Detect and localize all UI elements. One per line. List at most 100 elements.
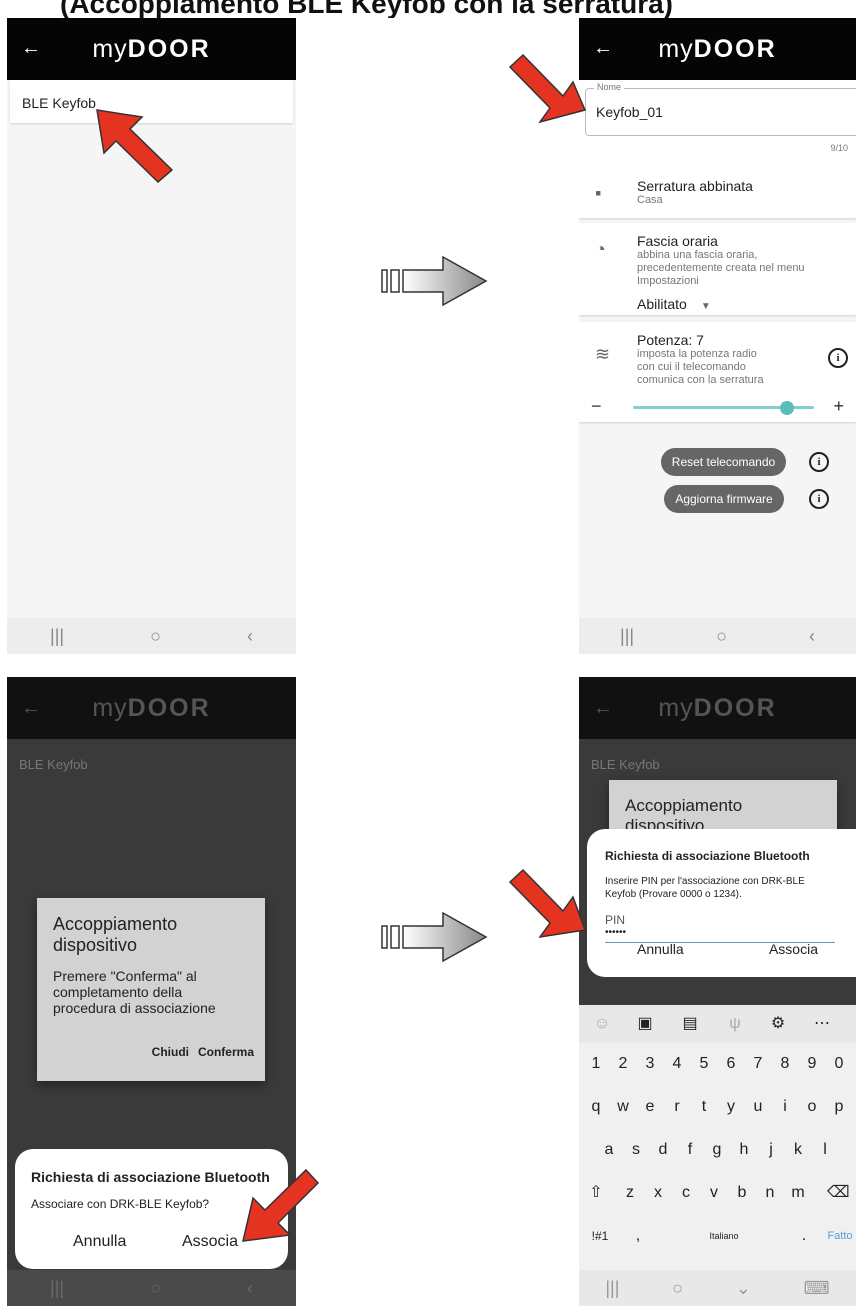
- key-8[interactable]: 8: [774, 1045, 796, 1083]
- flow-arrow-icon: [381, 255, 488, 307]
- space-key[interactable]: Italiano: [669, 1217, 779, 1255]
- key-b[interactable]: b: [731, 1174, 753, 1212]
- time-dropdown[interactable]: Abilitato ▼: [637, 296, 844, 312]
- bt-body: Inserire PIN per l'associazione con DRK-…: [605, 876, 805, 900]
- home-icon[interactable]: ○: [150, 626, 161, 647]
- name-value: Keyfob_01: [596, 104, 663, 120]
- recents-icon[interactable]: |||: [605, 1278, 619, 1299]
- comma-key[interactable]: ,: [627, 1217, 649, 1255]
- mic-icon[interactable]: ψ: [724, 1005, 746, 1043]
- key-6[interactable]: 6: [720, 1045, 742, 1083]
- back-nav-icon[interactable]: ‹: [247, 626, 253, 647]
- info-icon[interactable]: i: [828, 348, 848, 368]
- pair-button[interactable]: Associa: [182, 1233, 238, 1251]
- app-logo: myDOOR: [92, 694, 211, 722]
- key-0[interactable]: 0: [828, 1045, 850, 1083]
- clipboard-icon[interactable]: ▣: [634, 1005, 656, 1043]
- dialog-title: Accoppiamento dispositivo: [53, 914, 178, 955]
- key-7[interactable]: 7: [747, 1045, 769, 1083]
- power-slider[interactable]: − +: [591, 396, 844, 416]
- home-icon[interactable]: ○: [150, 1278, 161, 1299]
- text-icon[interactable]: ▤: [679, 1005, 701, 1043]
- bt-title: Richiesta di associazione Bluetooth: [31, 1169, 270, 1185]
- confirm-button[interactable]: Conferma: [198, 1045, 254, 1059]
- cancel-button[interactable]: Annulla: [637, 941, 684, 957]
- key-3[interactable]: 3: [639, 1045, 661, 1083]
- symbols-key[interactable]: !#1: [585, 1217, 615, 1255]
- key-w[interactable]: w: [612, 1088, 634, 1126]
- key-e[interactable]: e: [639, 1088, 661, 1126]
- pair-button[interactable]: Associa: [769, 941, 818, 957]
- back-nav-icon[interactable]: ‹: [247, 1278, 253, 1299]
- key-s[interactable]: s: [625, 1131, 647, 1169]
- key-r[interactable]: r: [666, 1088, 688, 1126]
- plus-icon[interactable]: +: [833, 396, 844, 417]
- close-button[interactable]: Chiudi: [152, 1045, 189, 1059]
- info-icon[interactable]: i: [809, 452, 829, 472]
- key-a[interactable]: a: [598, 1131, 620, 1169]
- key-k[interactable]: k: [787, 1131, 809, 1169]
- key-x[interactable]: x: [647, 1174, 669, 1212]
- key-i[interactable]: i: [774, 1088, 796, 1126]
- backspace-icon[interactable]: ⌫: [827, 1174, 850, 1212]
- key-2[interactable]: 2: [612, 1045, 634, 1083]
- key-n[interactable]: n: [759, 1174, 781, 1212]
- key-h[interactable]: h: [733, 1131, 755, 1169]
- system-nav-bar: ||| ○ ‹: [579, 618, 856, 654]
- key-4[interactable]: 4: [666, 1045, 688, 1083]
- recents-icon[interactable]: |||: [50, 626, 64, 647]
- key-v[interactable]: v: [703, 1174, 725, 1212]
- key-f[interactable]: f: [679, 1131, 701, 1169]
- pointer-arrow-icon: [242, 1168, 320, 1242]
- done-key[interactable]: Fatto: [824, 1217, 856, 1255]
- dot-key[interactable]: .: [793, 1217, 815, 1255]
- more-icon[interactable]: ⋯: [811, 1005, 833, 1043]
- key-l[interactable]: l: [814, 1131, 836, 1169]
- slider-track: [633, 401, 814, 415]
- lock-row[interactable]: ▪ Serratura abbinata Casa: [579, 168, 856, 218]
- key-g[interactable]: g: [706, 1131, 728, 1169]
- home-icon[interactable]: ○: [672, 1278, 683, 1299]
- flow-arrow-icon: [381, 911, 488, 963]
- app-bar: ← myDOOR: [7, 677, 296, 739]
- key-z[interactable]: z: [619, 1174, 641, 1212]
- back-nav-icon[interactable]: ‹: [809, 626, 815, 647]
- hide-keyboard-icon[interactable]: ⌄: [736, 1278, 751, 1299]
- info-icon[interactable]: i: [809, 489, 829, 509]
- keyboard-row-letters-1: qwertyuiop: [579, 1088, 856, 1126]
- slider-thumb[interactable]: [779, 401, 794, 415]
- shift-icon[interactable]: ⇧: [585, 1174, 607, 1212]
- key-j[interactable]: j: [760, 1131, 782, 1169]
- key-d[interactable]: d: [652, 1131, 674, 1169]
- key-c[interactable]: c: [675, 1174, 697, 1212]
- app-bar: ← myDOOR: [7, 18, 296, 80]
- reset-button[interactable]: Reset telecomando: [661, 448, 786, 476]
- home-icon[interactable]: ○: [716, 626, 727, 647]
- emoji-icon[interactable]: ☺: [591, 1005, 613, 1043]
- key-5[interactable]: 5: [693, 1045, 715, 1083]
- pointer-arrow-icon: [508, 53, 587, 124]
- name-input[interactable]: Nome Keyfob_01: [585, 82, 856, 136]
- key-q[interactable]: q: [585, 1088, 607, 1126]
- list-item-dimmed: BLE Keyfob: [591, 757, 660, 772]
- key-u[interactable]: u: [747, 1088, 769, 1126]
- recents-icon[interactable]: |||: [620, 626, 634, 647]
- key-9[interactable]: 9: [801, 1045, 823, 1083]
- key-p[interactable]: p: [828, 1088, 850, 1126]
- recents-icon[interactable]: |||: [50, 1278, 64, 1299]
- key-t[interactable]: t: [693, 1088, 715, 1126]
- firmware-button[interactable]: Aggiorna firmware: [664, 485, 784, 513]
- key-m[interactable]: m: [787, 1174, 809, 1212]
- keyboard: ☺ ▣ ▤ ψ ⚙ ⋯ 1234567890 qwertyuiop asdfgh…: [579, 1005, 856, 1270]
- time-title: Fascia oraria: [637, 233, 718, 249]
- cancel-button[interactable]: Annulla: [73, 1233, 126, 1251]
- door-icon: ▪: [595, 183, 602, 203]
- keyboard-switch-icon[interactable]: ⌨: [804, 1278, 830, 1299]
- key-1[interactable]: 1: [585, 1045, 607, 1083]
- minus-icon[interactable]: −: [591, 396, 602, 417]
- pointer-arrow-icon: [96, 109, 174, 184]
- key-o[interactable]: o: [801, 1088, 823, 1126]
- gear-icon[interactable]: ⚙: [767, 1005, 789, 1043]
- screen-pin-entry: ← myDOOR BLE Keyfob Accoppiamento dispos…: [579, 677, 856, 1306]
- key-y[interactable]: y: [720, 1088, 742, 1126]
